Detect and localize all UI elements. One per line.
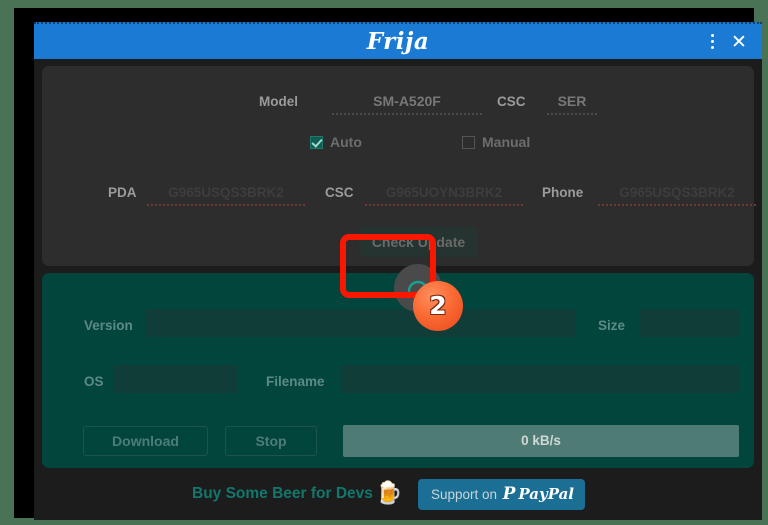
app-title: Frija: [366, 28, 430, 55]
pda-value[interactable]: G965USQS3BRK2: [147, 185, 305, 200]
filename-label: Filename: [266, 374, 325, 389]
paypal-support-label: Support on: [431, 487, 498, 502]
csc-firmware-label: CSC: [325, 185, 354, 200]
version-label: Version: [84, 318, 133, 333]
paypal-mark-icon: P: [502, 484, 516, 504]
stop-button[interactable]: Stop: [225, 426, 317, 456]
paypal-support-button[interactable]: Support on P PayPal: [418, 479, 585, 510]
version-input[interactable]: [146, 309, 576, 337]
download-speed-text: 0 kB/s: [521, 433, 561, 448]
paypal-logo-text: PayPal: [518, 485, 574, 503]
phone-label: Phone: [542, 185, 584, 200]
phone-underline: [598, 204, 756, 206]
phone-value[interactable]: G965USQS3BRK2: [598, 185, 756, 200]
download-button[interactable]: Download: [83, 426, 208, 456]
paypal-logo: P PayPal: [503, 479, 574, 510]
os-label: OS: [84, 374, 104, 389]
dot: [710, 46, 714, 49]
download-progress-bar: 0 kB/s: [343, 425, 739, 457]
csc-label: CSC: [497, 94, 526, 109]
annotation-step-badge: 2: [413, 281, 463, 331]
filename-input[interactable]: [341, 365, 739, 393]
csc-underline: [547, 113, 597, 115]
kebab-menu-icon[interactable]: [704, 34, 720, 51]
frija-app-window: Frija ✕ Model SM-A520F CSC SER Auto Manu…: [34, 22, 762, 520]
size-input[interactable]: [640, 309, 739, 337]
os-input[interactable]: [113, 365, 237, 393]
manual-checkbox-box[interactable]: [462, 136, 475, 149]
footer-bar: Buy Some Beer for Devs 🍺 Support on P Pay…: [34, 474, 762, 520]
close-icon[interactable]: ✕: [728, 31, 750, 53]
pda-underline: [147, 204, 305, 206]
auto-checkbox-label: Auto: [330, 134, 362, 150]
csc-firmware-value[interactable]: G965UOYN3BRK2: [365, 185, 523, 200]
buy-beer-link[interactable]: Buy Some Beer for Devs: [192, 485, 373, 503]
dot: [710, 34, 714, 37]
model-label: Model: [259, 94, 298, 109]
model-value[interactable]: SM-A520F: [332, 93, 482, 109]
beer-mug-icon: 🍺: [375, 481, 403, 506]
manual-checkbox-label: Manual: [482, 134, 531, 150]
csc-value[interactable]: SER: [547, 93, 597, 109]
window-frame: Frija ✕ Model SM-A520F CSC SER Auto Manu…: [14, 8, 762, 520]
title-bar[interactable]: Frija ✕: [34, 22, 762, 59]
check-update-button[interactable]: Check Update: [359, 227, 478, 257]
csc-firmware-underline: [365, 204, 523, 206]
model-underline: [332, 113, 482, 115]
auto-checkbox-box[interactable]: [310, 136, 323, 149]
dot: [710, 40, 714, 43]
pda-label: PDA: [108, 185, 137, 200]
size-label: Size: [598, 318, 626, 333]
